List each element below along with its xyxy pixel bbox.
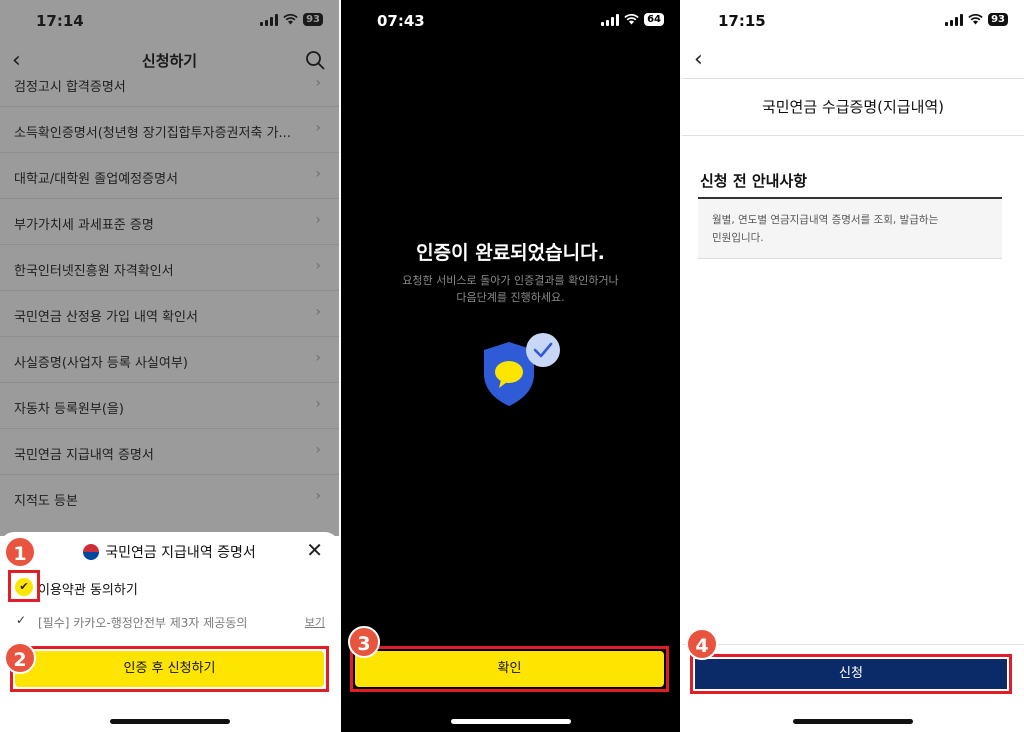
wifi-icon bbox=[968, 14, 983, 25]
highlight-box bbox=[8, 570, 40, 602]
consent-item-row[interactable]: ✓ [필수] 카카오-행정안전부 제3자 제공동의 보기 bbox=[16, 612, 325, 632]
status-time: 17:14 bbox=[36, 12, 84, 30]
step-badge: 1 bbox=[4, 536, 36, 568]
step-badge: 4 bbox=[686, 628, 718, 660]
auth-complete-title: 인증이 완료되었습니다. bbox=[416, 242, 605, 264]
checkmark-icon[interactable]: ✓ bbox=[16, 613, 26, 627]
sheet-title: 국민연금 지급내역 증명서 bbox=[0, 542, 339, 562]
panel-application-form: 17:15 93 ‹ 국민연금 수급증명(지급내역) 신청 전 안내사항 월별,… bbox=[682, 0, 1024, 732]
status-bar: 07:43 64 bbox=[341, 0, 680, 44]
list-item[interactable]: 소득확인증명서(청년형 장기집합투자증권저축 가... › bbox=[0, 107, 339, 153]
signal-icon bbox=[601, 13, 620, 26]
notice-text: 월별, 연도별 연금지급내역 증명서를 조회, 발급하는 민원입니다. bbox=[712, 211, 988, 247]
notice-line-1: 월별, 연도별 연금지급내역 증명서를 조회, 발급하는 bbox=[712, 214, 939, 226]
status-bar: 17:14 93 bbox=[0, 0, 339, 44]
agree-all-label: 이용약관 동의하기 bbox=[38, 583, 138, 598]
status-icons: 93 bbox=[260, 13, 323, 26]
section-title: 신청 전 안내사항 bbox=[700, 172, 808, 190]
consent-item-label: [필수] 카카오-행정안전부 제3자 제공동의 bbox=[38, 616, 248, 630]
verify-and-apply-button[interactable]: 인증 후 신청하기 bbox=[15, 651, 324, 687]
list-item-label: 사실증명(사업자 등록 사실여부) bbox=[14, 356, 188, 371]
list-item-label: 소득확인증명서(청년형 장기집합투자증권저축 가... bbox=[14, 126, 291, 141]
notice-box: 월별, 연도별 연금지급내역 증명서를 조회, 발급하는 민원입니다. bbox=[698, 199, 1002, 259]
step-badge: 2 bbox=[4, 642, 36, 674]
status-bar: 17:15 93 bbox=[682, 0, 1024, 44]
panel-auth-complete: 07:43 64 인증이 완료되었습니다. 요청한 서비스로 돌아가 인증결과를… bbox=[341, 0, 680, 732]
chevron-right-icon: › bbox=[315, 120, 321, 136]
list-item-label: 대학교/대학원 졸업예정증명서 bbox=[14, 172, 178, 187]
list-item-label: 한국인터넷진흥원 자격확인서 bbox=[14, 264, 174, 279]
chevron-right-icon: › bbox=[315, 212, 321, 228]
notice-line-2: 민원입니다. bbox=[712, 232, 764, 244]
list-item[interactable]: 부가가치세 과세표준 증명 › bbox=[0, 199, 339, 245]
back-chevron-left-icon[interactable]: ‹ bbox=[694, 47, 703, 72]
list-item[interactable]: 대학교/대학원 졸업예정증명서 › bbox=[0, 153, 339, 199]
status-icons: 93 bbox=[945, 13, 1008, 26]
document-list: 검정고시 합격증명서 › 소득확인증명서(청년형 장기집합투자증권저축 가... ›… bbox=[0, 62, 339, 521]
description-line-1: 요청한 서비스로 돌아가 인증결과를 확인하거나 bbox=[402, 274, 619, 287]
signal-icon bbox=[945, 13, 964, 26]
description-line-2: 다음단계를 진행하세요. bbox=[456, 291, 565, 304]
header-divider bbox=[682, 78, 1024, 79]
list-item-label: 부가가치세 과세표준 증명 bbox=[14, 218, 154, 233]
wifi-icon bbox=[624, 14, 639, 25]
page-title: 국민연금 수급증명(지급내역) bbox=[761, 98, 945, 116]
auth-complete-description: 요청한 서비스로 돌아가 인증결과를 확인하거나 다음단계를 진행하세요. bbox=[381, 272, 640, 306]
panel-document-list: 17:14 93 ‹ 신청하기 검정고시 합격증명서 › 소득확인증명서(청년형 … bbox=[0, 0, 339, 732]
step-badge: 3 bbox=[348, 626, 380, 658]
list-item[interactable]: 사실증명(사업자 등록 사실여부) › bbox=[0, 337, 339, 383]
confirm-button[interactable]: 확인 bbox=[355, 651, 664, 687]
agree-all-row[interactable]: ✔ 이용약관 동의하기 bbox=[10, 572, 320, 600]
list-item-label: 자동차 등록원부(을) bbox=[14, 402, 124, 417]
list-item[interactable]: 국민연금 지급내역 증명서 › bbox=[0, 429, 339, 475]
apply-button[interactable]: 신청 bbox=[695, 659, 1007, 689]
battery-indicator: 93 bbox=[303, 13, 323, 26]
chevron-right-icon: › bbox=[315, 75, 321, 91]
sheet-title-text: 국민연금 지급내역 증명서 bbox=[105, 545, 256, 561]
chevron-right-icon: › bbox=[315, 350, 321, 366]
korea-emblem-icon bbox=[83, 544, 100, 560]
list-item-label: 국민연금 산정용 가입 내역 확인서 bbox=[14, 310, 198, 325]
list-item[interactable]: 국민연금 산정용 가입 내역 확인서 › bbox=[0, 291, 339, 337]
status-icons: 64 bbox=[601, 13, 664, 26]
bottom-divider bbox=[682, 644, 1024, 645]
home-indicator bbox=[450, 719, 571, 724]
list-item[interactable]: 지적도 등본 › bbox=[0, 475, 339, 521]
status-time: 17:15 bbox=[718, 12, 766, 30]
close-icon[interactable]: ✕ bbox=[306, 538, 323, 562]
chevron-right-icon: › bbox=[315, 488, 321, 504]
chevron-right-icon: › bbox=[315, 304, 321, 320]
chevron-right-icon: › bbox=[315, 442, 321, 458]
view-terms-link[interactable]: 보기 bbox=[305, 614, 325, 630]
chevron-right-icon: › bbox=[315, 258, 321, 274]
status-time: 07:43 bbox=[377, 12, 425, 30]
title-divider bbox=[682, 135, 1024, 136]
home-indicator bbox=[793, 719, 913, 724]
battery-indicator: 93 bbox=[988, 13, 1008, 26]
home-indicator bbox=[109, 719, 230, 724]
list-item-label: 검정고시 합격증명서 bbox=[14, 80, 126, 95]
battery-indicator: 64 bbox=[644, 13, 664, 26]
list-item[interactable]: 자동차 등록원부(을) › bbox=[0, 383, 339, 429]
list-item[interactable]: 검정고시 합격증명서 › bbox=[0, 62, 339, 107]
list-item[interactable]: 한국인터넷진흥원 자격확인서 › bbox=[0, 245, 339, 291]
signal-icon bbox=[260, 13, 279, 26]
shield-check-icon bbox=[484, 333, 560, 406]
list-item-label: 국민연금 지급내역 증명서 bbox=[14, 448, 154, 463]
chevron-right-icon: › bbox=[315, 166, 321, 182]
list-item-label: 지적도 등본 bbox=[14, 494, 78, 509]
chevron-right-icon: › bbox=[315, 396, 321, 412]
consent-bottom-sheet: 국민연금 지급내역 증명서 ✕ ✔ 이용약관 동의하기 ✓ [필수] 카카오-행… bbox=[0, 532, 339, 732]
wifi-icon bbox=[283, 14, 298, 25]
